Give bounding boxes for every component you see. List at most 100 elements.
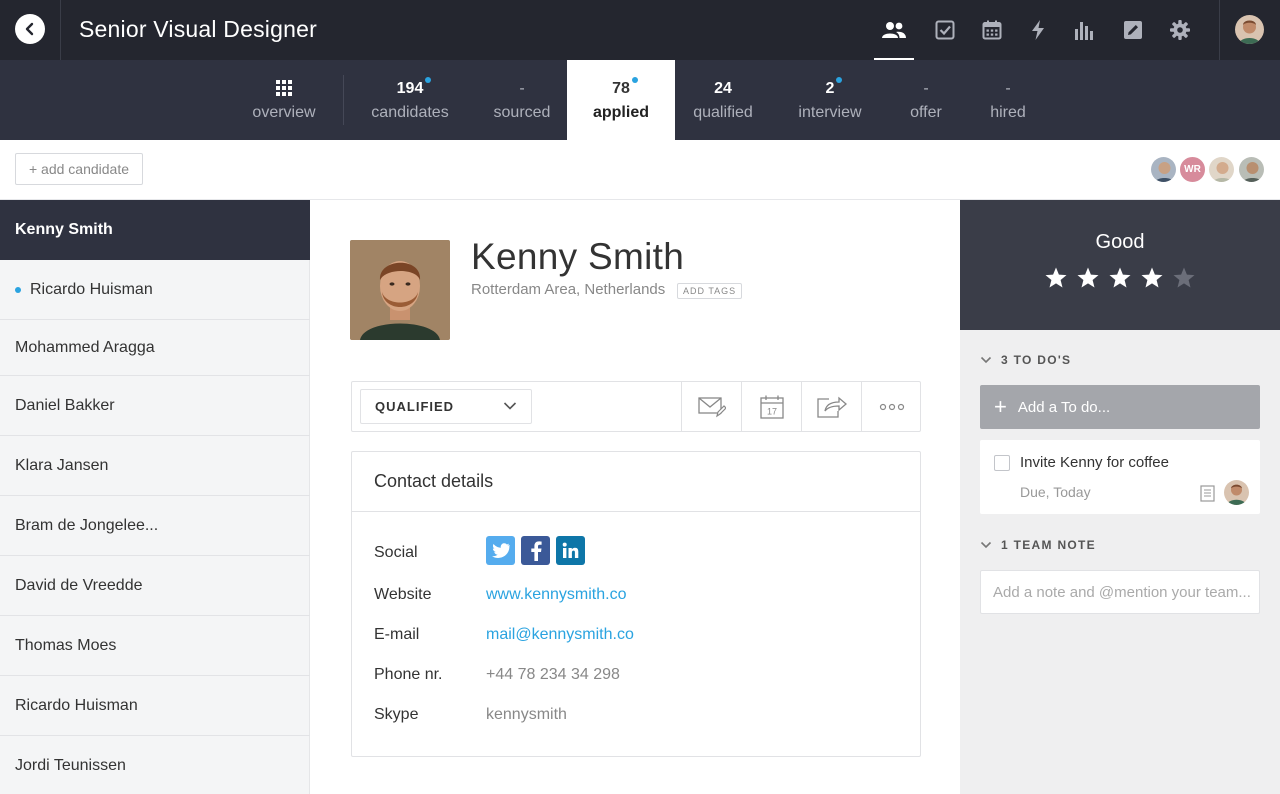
user-avatar[interactable] (1235, 15, 1264, 44)
facebook-icon[interactable] (521, 536, 550, 565)
unread-dot (15, 286, 21, 293)
stage-label: hired (990, 104, 1026, 121)
status-dropdown[interactable]: QUALIFIED (360, 389, 532, 424)
star-filled-icon[interactable] (1044, 266, 1068, 290)
plus-icon: + (994, 394, 1007, 419)
skype-value: kennysmith (486, 706, 567, 723)
star-filled-icon[interactable] (1076, 266, 1100, 290)
candidate-name: Bram de Jongelee... (15, 516, 159, 534)
contact-details-card: Contact details Social Website www.kenny… (351, 451, 921, 757)
star-filled-icon[interactable] (1108, 266, 1132, 290)
stage-interview[interactable]: 2 interview (790, 60, 870, 140)
linkedin-icon[interactable] (556, 536, 585, 565)
stage-label: candidates (371, 104, 449, 121)
chevron-left-icon (25, 22, 34, 36)
candidate-item[interactable]: Klara Jansen (0, 436, 310, 496)
chevron-down-icon (980, 356, 992, 364)
candidate-toolbar: QUALIFIED 17 (351, 381, 921, 432)
more-icon (879, 403, 904, 410)
stage-sourced[interactable]: - sourced (484, 60, 560, 140)
candidate-item[interactable]: David de Vreedde (0, 556, 310, 616)
calendar-icon[interactable] (972, 14, 1012, 46)
share-button[interactable] (801, 382, 861, 431)
add-todo-button[interactable]: + Add a To do... (980, 385, 1260, 429)
email-link[interactable]: mail@kennysmith.co (486, 626, 634, 644)
grid-icon (276, 80, 292, 96)
checklist-icon[interactable] (925, 14, 965, 46)
candidate-item[interactable]: Daniel Bakker (0, 376, 310, 436)
candidate-location: Rotterdam Area, Netherlands (471, 281, 666, 298)
website-label: Website (374, 586, 432, 603)
candidate-name: Daniel Bakker (15, 396, 115, 414)
chevron-down-icon (503, 402, 517, 410)
stage-hired[interactable]: - hired (982, 60, 1034, 140)
schedule-button[interactable]: 17 (741, 382, 801, 431)
candidate-item[interactable]: Ricardo Huisman (0, 260, 310, 320)
send-email-button[interactable] (681, 382, 741, 431)
candidate-item[interactable]: Thomas Moes (0, 616, 310, 676)
candidate-list: Kenny Smith Ricardo Huisman Mohammed Ara… (0, 200, 310, 794)
candidate-item[interactable]: Jordi Teunissen (0, 736, 310, 794)
bar-chart-icon[interactable] (1064, 14, 1104, 46)
todo-due: Due, Today (1020, 484, 1091, 500)
stage-overview[interactable]: overview (248, 60, 320, 140)
notes-section-header[interactable]: 1 TEAM NOTE (980, 538, 1096, 552)
candidate-photo (350, 240, 450, 340)
team-member-avatar[interactable] (1208, 156, 1235, 183)
candidate-item[interactable]: Mohammed Aragga (0, 320, 310, 376)
todo-checkbox[interactable] (994, 455, 1010, 471)
stage-candidates[interactable]: 194 candidates (364, 60, 456, 140)
divider (343, 75, 344, 125)
stage-applied[interactable]: 78 applied (567, 60, 675, 140)
contact-details-title: Contact details (352, 452, 920, 512)
phone-value: +44 78 234 34 298 (486, 666, 620, 683)
stage-count: 24 (714, 80, 732, 97)
back-button[interactable] (15, 14, 45, 44)
stage-count: 194 (396, 80, 424, 97)
edit-icon[interactable] (1113, 14, 1153, 46)
social-label: Social (374, 544, 418, 561)
new-indicator-dot (836, 77, 843, 83)
note-icon[interactable] (1200, 485, 1215, 502)
candidate-item[interactable]: Ricardo Huisman (0, 676, 310, 736)
candidate-name: David de Vreedde (15, 576, 143, 594)
stage-label: applied (592, 104, 649, 121)
team-note-input[interactable] (980, 570, 1260, 614)
star-filled-icon[interactable] (1140, 266, 1164, 290)
gear-icon[interactable] (1160, 14, 1200, 46)
rating-box: Good (960, 200, 1280, 330)
candidate-name: Jordi Teunissen (15, 757, 126, 774)
team-member-avatar[interactable] (1150, 156, 1177, 183)
stage-qualified[interactable]: 24 qualified (686, 60, 760, 140)
assignee-avatar[interactable] (1224, 480, 1249, 505)
candidate-name: Klara Jansen (15, 456, 109, 474)
job-title: Senior Visual Designer (79, 16, 317, 42)
new-indicator-dot (425, 77, 432, 83)
star-empty-icon[interactable] (1172, 266, 1196, 290)
mail-icon (697, 396, 726, 417)
todos-count-label: 3 TO DO'S (1001, 353, 1072, 367)
candidate-item[interactable]: Bram de Jongelee... (0, 496, 310, 556)
email-label: E-mail (374, 626, 420, 643)
stage-offer[interactable]: - offer (900, 60, 952, 140)
phone-label: Phone nr. (374, 666, 443, 683)
add-tags-button[interactable]: ADD TAGS (677, 283, 743, 299)
stage-label: offer (910, 104, 942, 121)
team-member-avatar[interactable] (1238, 156, 1265, 183)
candidate-name: Mohammed Aragga (15, 338, 155, 356)
add-candidate-button[interactable]: + add candidate (15, 153, 143, 185)
more-options-button[interactable] (861, 382, 921, 431)
skype-label: Skype (374, 706, 419, 723)
divider (60, 0, 61, 60)
share-icon (816, 396, 847, 418)
stage-count: - (923, 80, 929, 97)
people-icon[interactable] (874, 14, 914, 61)
bolt-icon[interactable] (1018, 14, 1058, 46)
twitter-icon[interactable] (486, 536, 515, 565)
website-link[interactable]: www.kennysmith.co (486, 586, 627, 604)
candidate-name: Kenny Smith (15, 221, 113, 238)
team-member-avatar[interactable]: WR (1179, 156, 1206, 183)
candidate-item[interactable]: Kenny Smith (0, 200, 310, 260)
add-todo-label: Add a To do... (1017, 398, 1111, 416)
todos-section-header[interactable]: 3 TO DO'S (980, 353, 1071, 367)
